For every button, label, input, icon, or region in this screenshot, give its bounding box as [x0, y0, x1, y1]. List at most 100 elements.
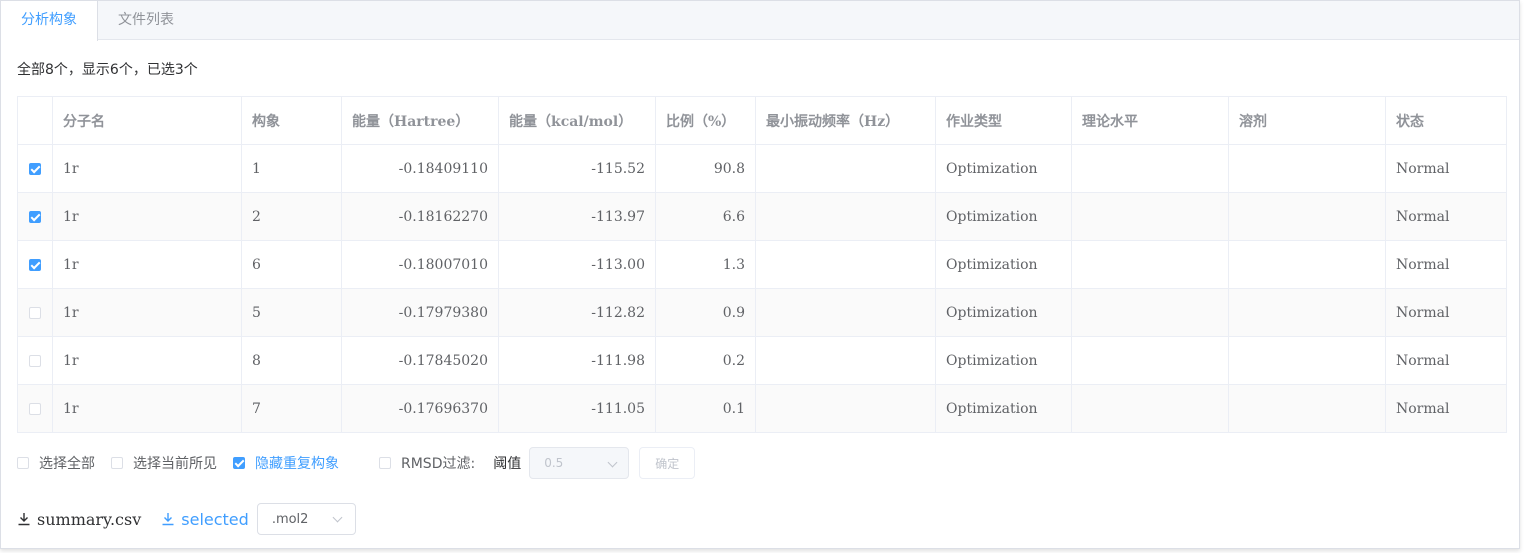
cell-conformer: 7	[241, 384, 342, 433]
download-icon	[162, 513, 174, 526]
select-visible-label: 选择当前所见	[133, 456, 217, 472]
cell-energy-kcal: -112.82	[498, 288, 656, 337]
cell-job-type: Optimization	[935, 336, 1072, 385]
chevron-down-icon	[332, 512, 343, 523]
col-header-energy-hartree[interactable]: 能量（Hartree）	[341, 96, 499, 145]
cell-job-type: Optimization	[935, 288, 1072, 337]
cell-ratio: 1.3	[655, 240, 756, 289]
cell-molecule: 1r	[52, 336, 242, 385]
tab-bar: 分析构象 文件列表	[1, 1, 1519, 41]
cell-ratio: 0.2	[655, 336, 756, 385]
select-all-option[interactable]: 选择全部	[17, 453, 95, 473]
cell-molecule: 1r	[52, 240, 242, 289]
download-summary-link[interactable]: summary.csv	[17, 510, 141, 529]
select-all-checkbox[interactable]	[17, 457, 29, 469]
col-header-ratio[interactable]: 比例（%）	[655, 96, 756, 145]
table-row[interactable]: 1r 1 -0.18409110 -115.52 90.8 Optimization Nor…	[17, 144, 1507, 193]
hide-duplicates-checkbox[interactable]	[233, 457, 245, 469]
cell-energy-hartree: -0.17845020	[341, 336, 499, 385]
threshold-select[interactable]: 0.5	[529, 447, 630, 479]
cell-min-frequency	[755, 288, 936, 337]
cell-ratio: 0.1	[655, 384, 756, 433]
row-checkbox-cell	[17, 240, 53, 289]
cell-job-type: Optimization	[935, 192, 1072, 241]
table-row[interactable]: 1r 8 -0.17845020 -111.98 0.2 Optimization Norm…	[17, 336, 1507, 385]
cell-solvent	[1228, 240, 1386, 289]
cell-min-frequency	[755, 192, 936, 241]
cell-ratio: 0.9	[655, 288, 756, 337]
table-row[interactable]: 1r 5 -0.17979380 -112.82 0.9 Optimization Norm…	[17, 288, 1507, 337]
cell-conformer: 8	[241, 336, 342, 385]
cell-molecule: 1r	[52, 144, 242, 193]
cell-ratio: 6.6	[655, 192, 756, 241]
hide-duplicates-option[interactable]: 隐藏重复构象	[233, 453, 339, 473]
cell-energy-kcal: -111.98	[498, 336, 656, 385]
cell-job-type: Optimization	[935, 384, 1072, 433]
threshold-label: 阈值	[493, 456, 522, 472]
cell-molecule: 1r	[52, 288, 242, 337]
cell-min-frequency	[755, 240, 936, 289]
cell-solvent	[1228, 384, 1386, 433]
hide-duplicates-label: 隐藏重复构象	[255, 456, 339, 472]
col-header-theory-level[interactable]: 理论水平	[1071, 96, 1229, 145]
cell-conformer: 5	[241, 288, 342, 337]
cell-theory-level	[1071, 384, 1229, 433]
table-header-row: 分子名 构象 能量（Hartree） 能量（kcal/mol） 比例（%） 最小…	[17, 96, 1507, 145]
cell-molecule: 1r	[52, 192, 242, 241]
download-selected-link[interactable]: selected	[161, 510, 249, 529]
row-checkbox-cell	[17, 336, 53, 385]
cell-job-type: Optimization	[935, 144, 1072, 193]
header-checkbox-cell	[17, 96, 53, 145]
col-header-status[interactable]: 状态	[1385, 96, 1507, 145]
cell-min-frequency	[755, 384, 936, 433]
threshold-value: 0.5	[544, 456, 564, 470]
row-checkbox[interactable]	[29, 306, 41, 319]
selection-summary: 全部8个，显示6个，已选3个	[17, 62, 198, 78]
cell-theory-level	[1071, 144, 1229, 193]
cell-energy-hartree: -0.17979380	[341, 288, 499, 337]
cell-status: Normal	[1385, 240, 1507, 289]
col-header-job-type[interactable]: 作业类型	[935, 96, 1072, 145]
cell-min-frequency	[755, 144, 936, 193]
select-visible-option[interactable]: 选择当前所见	[111, 453, 217, 473]
download-icon	[18, 513, 30, 526]
cell-conformer: 6	[241, 240, 342, 289]
download-selected-label: selected	[181, 509, 249, 529]
rmsd-filter-checkbox[interactable]	[379, 457, 391, 469]
rmsd-filter-label: RMSD过滤:	[401, 456, 476, 472]
table-row[interactable]: 1r 2 -0.18162270 -113.97 6.6 Optimization Norm…	[17, 192, 1507, 241]
select-all-label: 选择全部	[39, 456, 95, 472]
cell-energy-kcal: -111.05	[498, 384, 656, 433]
cell-solvent	[1228, 288, 1386, 337]
col-header-conformer[interactable]: 构象	[241, 96, 342, 145]
table-row[interactable]: 1r 6 -0.18007010 -113.00 1.3 Optimization Norm…	[17, 240, 1507, 289]
cell-theory-level	[1071, 192, 1229, 241]
cell-status: Normal	[1385, 192, 1507, 241]
select-visible-checkbox[interactable]	[111, 457, 123, 469]
col-header-molecule[interactable]: 分子名	[52, 96, 242, 145]
row-checkbox[interactable]	[29, 210, 41, 223]
col-header-energy-kcal[interactable]: 能量（kcal/mol）	[498, 96, 656, 145]
tab-file-list[interactable]: 文件列表	[98, 1, 195, 40]
download-bar: summary.csv selected .mol2	[17, 503, 356, 535]
row-checkbox-cell	[17, 192, 53, 241]
cell-molecule: 1r	[52, 384, 242, 433]
format-select[interactable]: .mol2	[256, 503, 356, 535]
cell-ratio: 90.8	[655, 144, 756, 193]
table-row[interactable]: 1r 7 -0.17696370 -111.05 0.1 Optimization Norm…	[17, 384, 1507, 433]
cell-status: Normal	[1385, 384, 1507, 433]
col-header-solvent[interactable]: 溶剂	[1228, 96, 1386, 145]
cell-status: Normal	[1385, 288, 1507, 337]
row-checkbox[interactable]	[29, 402, 41, 415]
cell-solvent	[1228, 192, 1386, 241]
confirm-button[interactable]: 确定	[639, 447, 696, 479]
cell-job-type: Optimization	[935, 240, 1072, 289]
cell-status: Normal	[1385, 336, 1507, 385]
rmsd-filter-option[interactable]: RMSD过滤:	[379, 453, 475, 473]
col-header-min-frequency[interactable]: 最小振动频率（Hz）	[755, 96, 936, 145]
row-checkbox[interactable]	[29, 162, 41, 175]
row-checkbox[interactable]	[29, 354, 41, 367]
tab-analyze-conformers[interactable]: 分析构象	[1, 1, 98, 41]
row-checkbox[interactable]	[29, 258, 41, 271]
chevron-down-icon	[607, 457, 618, 468]
